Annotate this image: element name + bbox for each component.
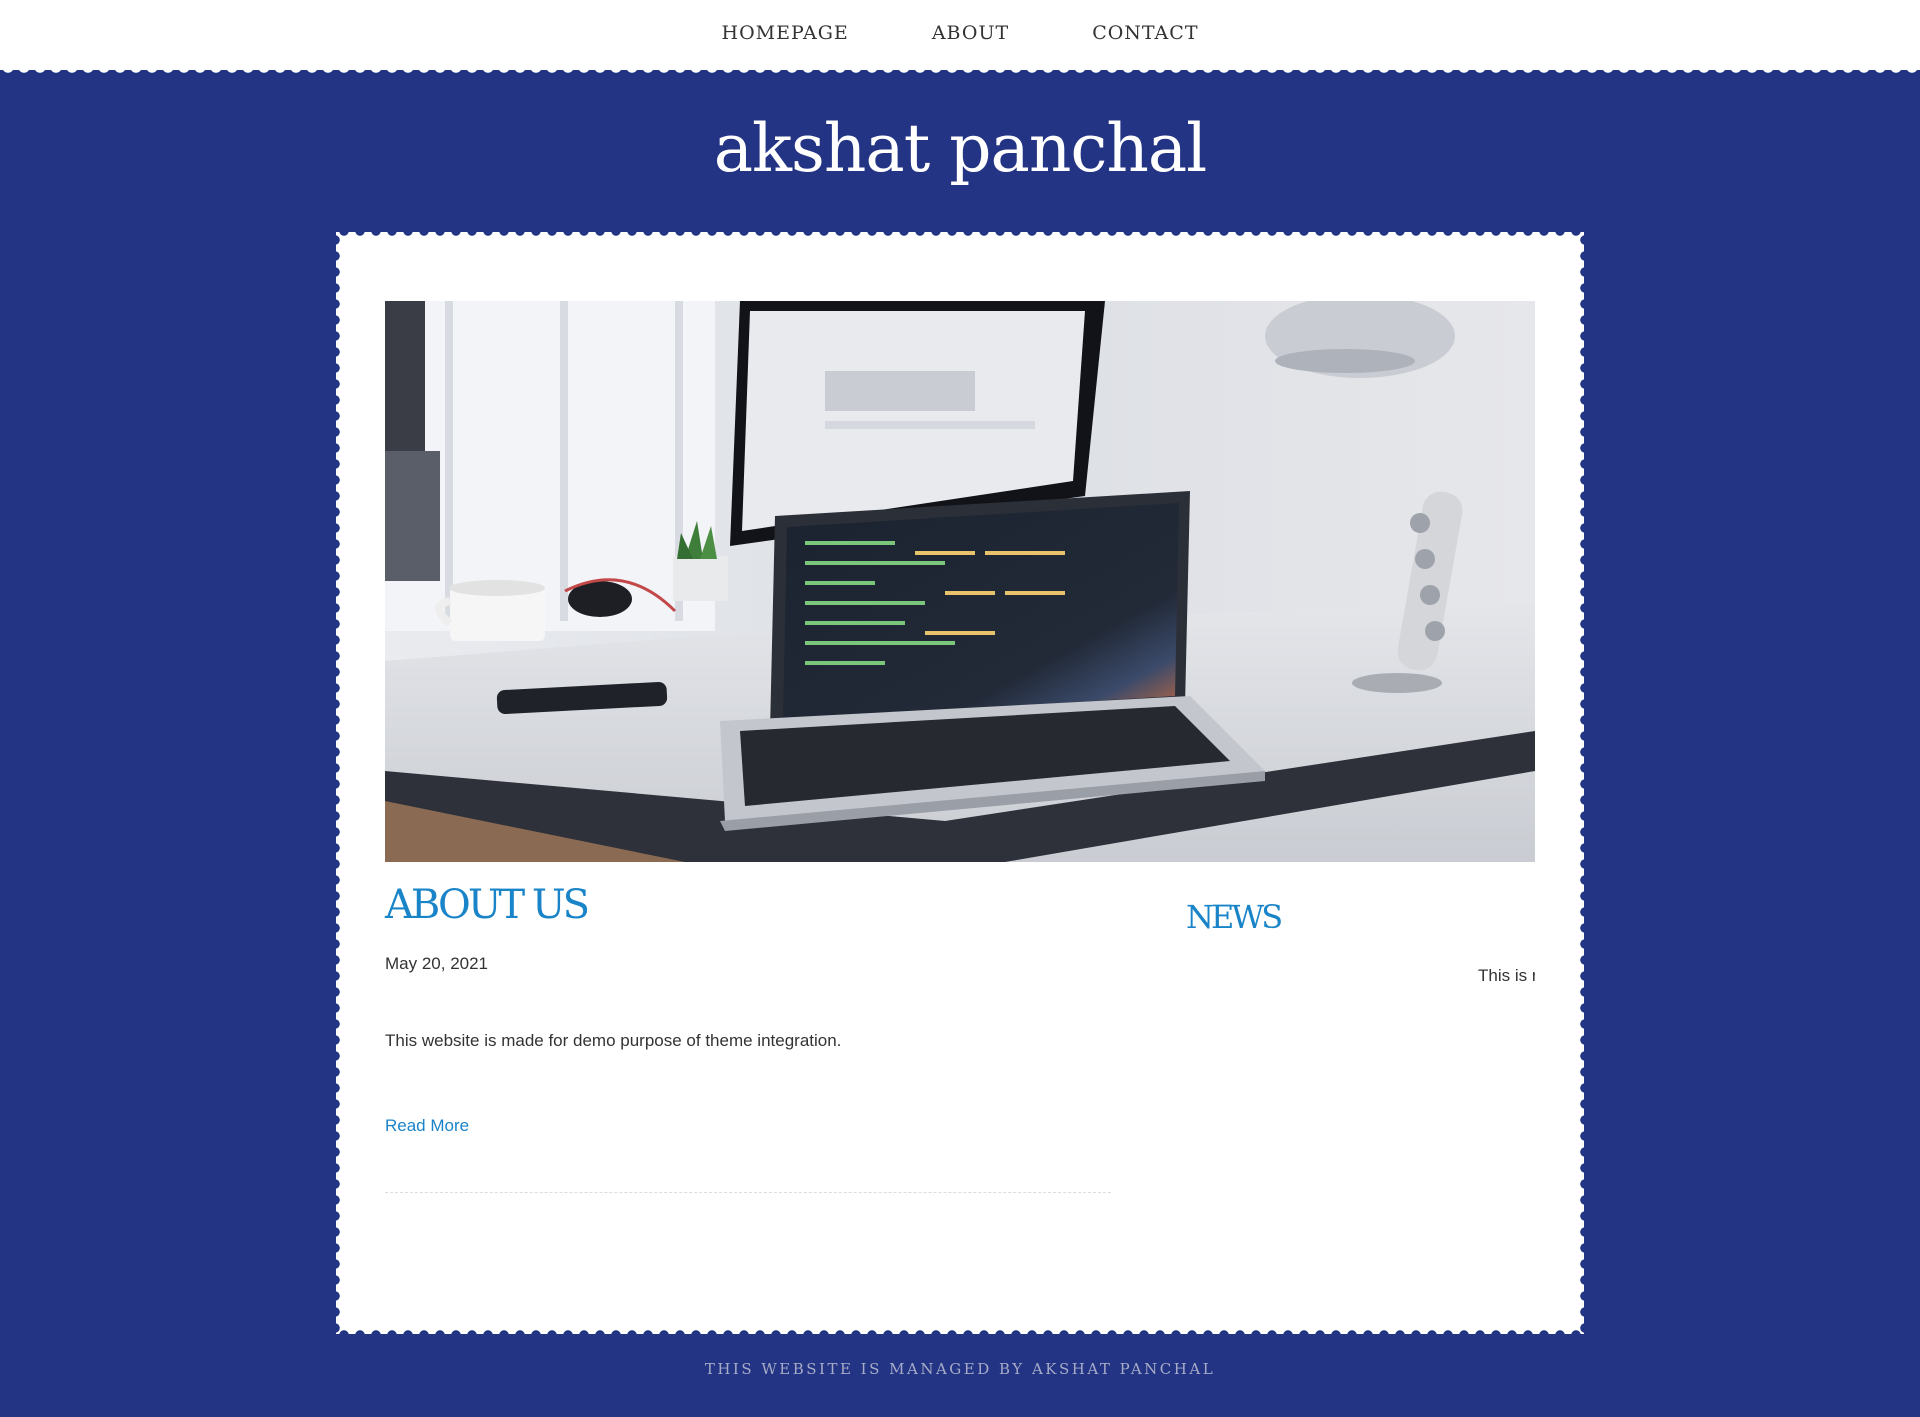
nav-menu: HOMEPAGE ABOUT CONTACT xyxy=(0,22,1920,44)
about-excerpt: This website is made for demo purpose of… xyxy=(385,1031,842,1050)
content-card: ABOUT US May 20, 2021 This website is ma… xyxy=(335,231,1585,1335)
top-navigation-bar: HOMEPAGE ABOUT CONTACT xyxy=(0,0,1920,70)
news-heading: NEWS xyxy=(1186,898,1283,936)
read-more-link[interactable]: Read More xyxy=(385,1116,469,1136)
nav-scalloped-edge xyxy=(0,67,1920,77)
post-date: May 20, 2021 xyxy=(385,954,489,973)
card-perforated-edge-right xyxy=(1577,232,1585,1334)
card-perforated-edge-left xyxy=(335,232,343,1334)
site-title[interactable]: akshat panchal xyxy=(0,110,1920,187)
nav-item-homepage[interactable]: HOMEPAGE xyxy=(722,22,849,44)
nav-item-contact[interactable]: CONTACT xyxy=(1092,22,1198,44)
news-ticker-text: This is r xyxy=(1478,966,1535,985)
hero-image xyxy=(385,301,1535,862)
footer-text: THIS WEBSITE IS MANAGED BY AKSHAT PANCHA… xyxy=(704,1360,1216,1378)
about-us-heading[interactable]: ABOUT US xyxy=(385,882,590,928)
post-divider xyxy=(385,1192,1111,1193)
nav-item-about[interactable]: ABOUT xyxy=(932,22,1009,44)
news-ticker-window: This is r xyxy=(1186,966,1535,994)
